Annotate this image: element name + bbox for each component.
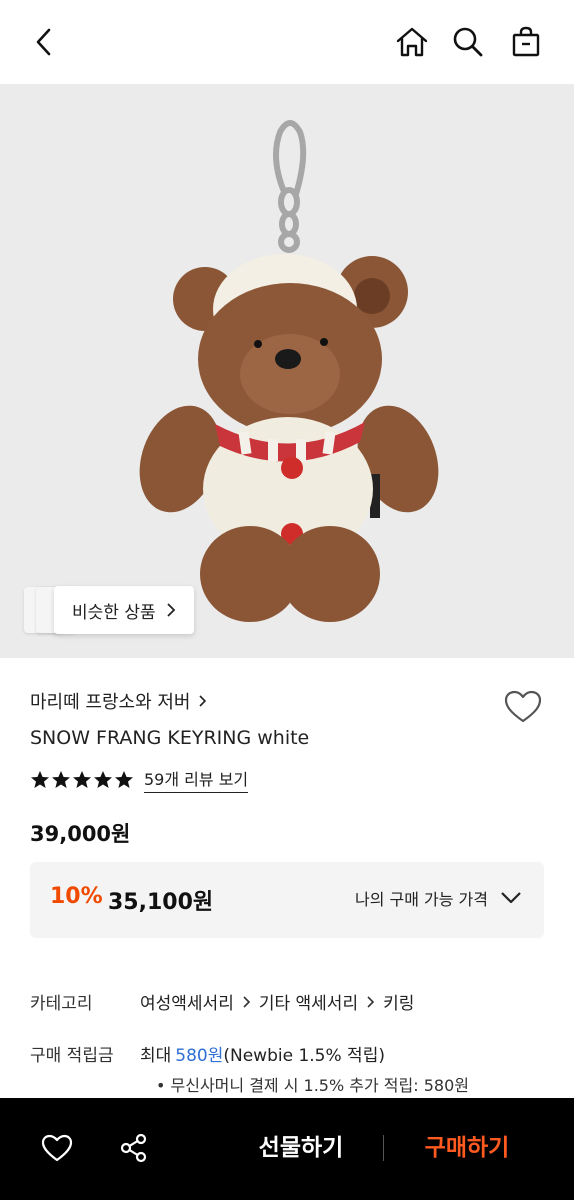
bottom-action-bar: 선물하기 구매하기: [0, 1098, 574, 1200]
brand-link[interactable]: 마리떼 프랑소와 저버: [30, 688, 207, 714]
chevron-right-icon: [199, 695, 207, 707]
share-icon: [120, 1133, 147, 1163]
heart-icon: [504, 690, 542, 723]
bottom-divider: [383, 1135, 384, 1161]
points-amount: 580원: [175, 1046, 224, 1066]
home-icon: [396, 27, 428, 57]
original-price: 39,000원: [30, 822, 131, 846]
back-button[interactable]: [24, 22, 64, 62]
top-header: [0, 0, 574, 84]
brand-name: 마리떼 프랑소와 저버: [30, 692, 191, 713]
product-image[interactable]: [0, 84, 574, 658]
points-value: 최대 580원 (Newbie 1.5% 적립): [140, 1041, 385, 1066]
points-suffix: (Newbie 1.5% 적립): [223, 1046, 385, 1066]
chevron-down-icon: [501, 892, 521, 904]
points-bullet: • 무신사머니 결제 시 1.5% 추가 적립: 580원: [156, 1076, 469, 1095]
gift-button[interactable]: 선물하기: [236, 1126, 366, 1170]
similar-products-button[interactable]: 비슷한 상품: [54, 586, 194, 634]
teddy-bear-keyring-illustration: [139, 120, 439, 622]
my-price-toggle[interactable]: 나의 구매 가능 가격: [355, 886, 522, 910]
similar-products-label: 비슷한 상품: [72, 602, 156, 623]
star-icon: [94, 770, 112, 788]
chevron-right-icon: [367, 995, 375, 1008]
star-icon: [31, 770, 49, 788]
chevron-right-icon: [166, 603, 175, 617]
product-title: SNOW FRANG KEYRING white: [30, 727, 310, 749]
my-price-label: 나의 구매 가능 가격: [354, 890, 488, 909]
buy-button[interactable]: 구매하기: [402, 1126, 532, 1170]
category-item[interactable]: 키링: [383, 989, 414, 1014]
star-icon: [115, 770, 133, 788]
category-breadcrumb: 여성액세서리 기타 액세서리 키링: [140, 989, 414, 1014]
discount-rate: 10%: [50, 884, 103, 909]
home-button[interactable]: [392, 22, 432, 62]
shopping-bag-icon: [512, 26, 540, 57]
heart-icon: [41, 1134, 73, 1162]
rating-row: 59개 리뷰 보기: [30, 766, 249, 793]
wishlist-button[interactable]: [502, 688, 544, 726]
share-button[interactable]: [112, 1126, 156, 1170]
review-link[interactable]: 59개 리뷰 보기: [144, 766, 249, 793]
bottom-wish-button[interactable]: [35, 1126, 79, 1170]
cart-button[interactable]: [506, 22, 546, 62]
category-item[interactable]: 여성액세서리: [140, 989, 234, 1014]
star-icon: [52, 770, 70, 788]
discount-price-box[interactable]: 10% 35,100원 나의 구매 가능 가격: [30, 862, 544, 938]
star-icon: [73, 770, 91, 788]
search-icon: [453, 27, 483, 57]
points-prefix: 최대: [140, 1046, 172, 1066]
category-item[interactable]: 기타 액세서리: [259, 989, 358, 1014]
points-label: 구매 적립금: [30, 1046, 114, 1066]
search-button[interactable]: [448, 22, 488, 62]
discount-price: 35,100원: [108, 890, 214, 915]
chevron-right-icon: [243, 995, 250, 1008]
category-label: 카테고리: [30, 994, 93, 1014]
rating-stars: [30, 770, 134, 790]
chevron-left-icon: [36, 28, 51, 56]
